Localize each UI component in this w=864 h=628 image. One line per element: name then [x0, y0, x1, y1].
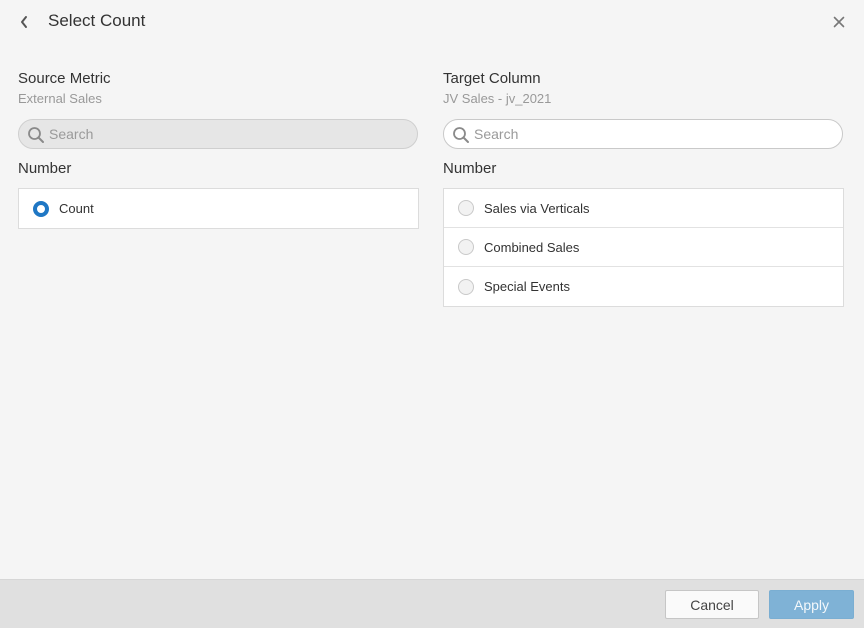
close-button[interactable]	[829, 12, 849, 32]
target-search-box[interactable]	[443, 119, 843, 149]
search-icon	[453, 127, 469, 143]
list-item-sales-via-verticals[interactable]: Sales via Verticals	[444, 189, 843, 228]
target-column-list: Sales via Verticals Combined Sales Speci…	[443, 188, 844, 307]
list-item-count[interactable]: Count	[19, 189, 418, 228]
source-group-label: Number	[18, 160, 72, 177]
dialog-title: Select Count	[48, 11, 146, 30]
cancel-button[interactable]: Cancel	[665, 590, 759, 619]
list-item-special-events[interactable]: Special Events	[444, 267, 843, 306]
close-icon	[833, 16, 845, 28]
apply-button[interactable]: Apply	[769, 590, 854, 619]
chevron-left-icon	[21, 16, 27, 28]
list-item-label: Sales via Verticals	[484, 200, 590, 216]
search-icon	[28, 127, 44, 143]
dialog-footer: Cancel Apply	[0, 579, 864, 628]
target-column-panel: Target Column JV Sales - jv_2021 Number …	[443, 70, 844, 307]
radio-special-events[interactable]	[458, 278, 474, 295]
source-search-input	[49, 120, 409, 148]
back-button[interactable]	[14, 11, 34, 33]
source-metric-heading: Source Metric	[18, 70, 111, 87]
target-search-input[interactable]	[474, 120, 834, 148]
radio-combined-sales[interactable]	[458, 239, 474, 255]
source-metric-subheading: External Sales	[18, 91, 102, 106]
list-item-label: Combined Sales	[484, 239, 580, 255]
radio-sales-via-verticals[interactable]	[458, 200, 474, 216]
list-item-label: Special Events	[484, 279, 570, 294]
list-item-label: Count	[59, 201, 94, 216]
source-metric-list: Count	[18, 188, 419, 229]
target-group-label: Number	[443, 160, 497, 177]
target-column-heading: Target Column	[443, 70, 541, 87]
source-search-box	[18, 119, 418, 149]
list-item-combined-sales[interactable]: Combined Sales	[444, 228, 843, 267]
dialog-header: Select Count	[0, 0, 864, 44]
target-column-subheading: JV Sales - jv_2021	[443, 91, 552, 106]
radio-count[interactable]	[33, 200, 49, 217]
source-metric-panel: Source Metric External Sales Number Coun…	[18, 70, 419, 229]
